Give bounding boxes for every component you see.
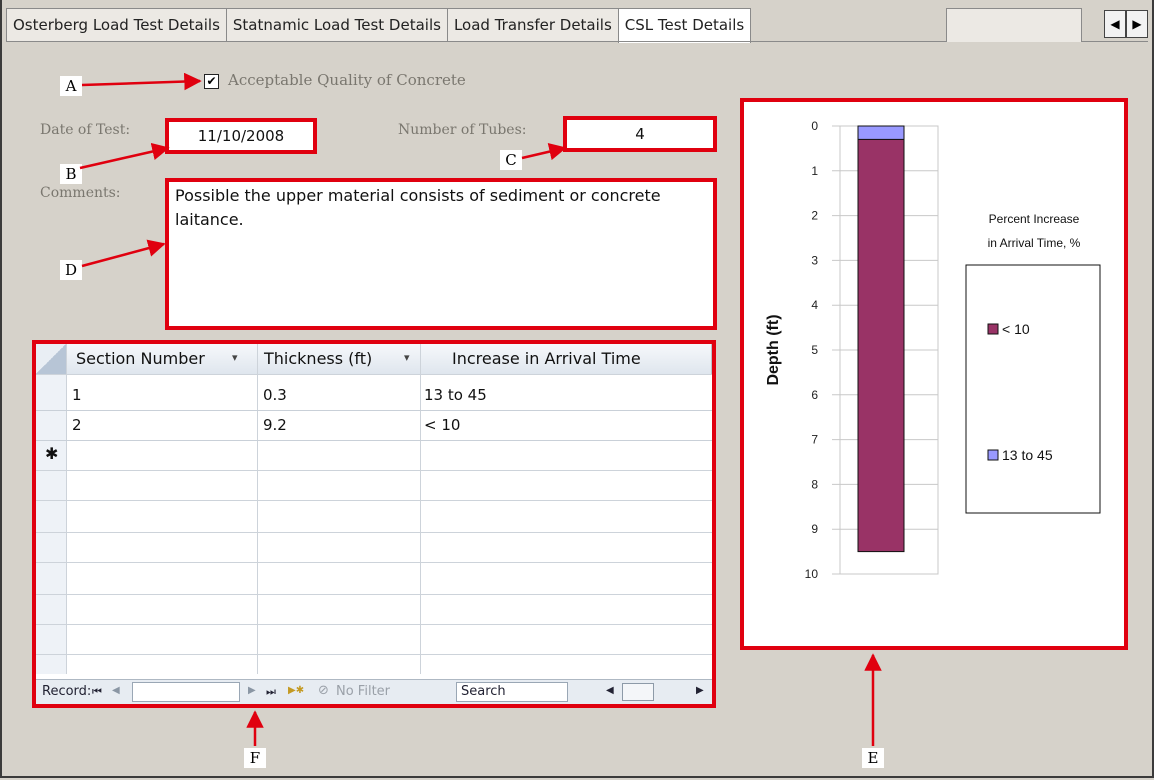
grid-line [36,374,712,375]
date-label: Date of Test: [40,122,131,138]
bar-segment [857,125,905,140]
tubes-label: Number of Tubes: [398,122,527,138]
select-all-corner[interactable] [36,344,66,374]
y-tick-label: 5 [811,343,818,357]
cell-section[interactable]: 1 [72,386,82,404]
date-field[interactable]: 11/10/2008 [165,118,317,154]
grid-line [36,410,712,411]
grid-line [36,654,712,655]
tab-csl[interactable]: CSL Test Details [617,8,752,43]
callout-d: D [60,260,82,280]
y-tick-label: 0 [811,119,818,133]
grid-line [36,470,712,471]
tab-statnamic[interactable]: Statnamic Load Test Details [225,8,448,41]
cell-section[interactable]: 2 [72,416,82,434]
callout-c: C [500,150,522,170]
tab-strip-filler [946,8,1082,42]
tab-strip: Osterberg Load Test Details Statnamic Lo… [6,8,752,43]
legend-swatch [987,449,999,461]
tubes-field[interactable]: 4 [563,116,717,152]
legend-label: < 10 [1002,321,1030,337]
grid-line [36,562,712,563]
filter-icon[interactable]: ⊘ [318,683,329,698]
y-tick-label: 3 [811,253,818,267]
csl-datasheet: Section Number ▾ Thickness (ft) ▾ Increa… [32,340,716,708]
column-header-section-sort-icon[interactable]: ▾ [232,351,238,364]
comments-label: Comments: [40,185,121,201]
scroll-left-button[interactable]: ◀ [1104,10,1126,38]
legend-label: 13 to 45 [1002,447,1053,463]
tab-load-transfer[interactable]: Load Transfer Details [446,8,619,41]
cell-thickness[interactable]: 0.3 [263,386,287,404]
callout-a: A [60,76,82,96]
column-header-section[interactable]: Section Number [76,349,205,368]
y-tick-label: 8 [811,477,818,491]
csl-chart: 0 1 2 3 4 5 6 7 8 9 10 Depth (ft) Percent Increase in… [765,119,1101,581]
new-record-icon: ✱ [45,444,59,463]
hscroll-right-icon[interactable]: ▶ [696,685,704,696]
legend-swatch [987,323,999,335]
y-tick-label: 1 [811,164,818,178]
record-label: Record: [42,684,92,699]
column-header-increase[interactable]: Increase in Arrival Time [452,349,641,368]
y-tick-label: 4 [811,298,818,312]
legend-title: Percent Increase [989,212,1080,226]
record-navigation-bar: Record: ⏮ ◀ ▶ ⏭ ▶✱ ⊘ No Filter Search ◀ … [36,679,712,704]
column-header-thickness[interactable]: Thickness (ft) [264,349,372,368]
grid-line [711,344,712,374]
bar-segment [857,138,905,553]
scroll-right-button[interactable]: ▶ [1126,10,1148,38]
hscroll-left-icon[interactable]: ◀ [606,685,614,696]
comments-field[interactable]: Possible the upper material consists of … [165,178,717,330]
callout-e: E [862,748,884,768]
callout-f: F [244,748,266,768]
y-tick-label: 6 [811,388,818,402]
tab-osterberg[interactable]: Osterberg Load Test Details [6,8,227,41]
grid-line [36,532,712,533]
quality-checkbox[interactable]: ✔ [204,74,219,89]
legend-box [965,264,1101,514]
y-tick-label: 10 [805,567,819,581]
cell-increase[interactable]: < 10 [424,416,460,434]
prev-record-icon[interactable]: ◀ [112,685,120,696]
search-input[interactable]: Search [456,682,568,702]
column-header-thickness-sort-icon[interactable]: ▾ [404,351,410,364]
grid-line [36,440,712,441]
cell-thickness[interactable]: 9.2 [263,416,287,434]
y-tick-label: 2 [811,209,818,223]
cell-increase[interactable]: 13 to 45 [424,386,487,404]
first-record-icon[interactable]: ⏮ [92,685,102,699]
quality-label: Acceptable Quality of Concrete [228,71,466,89]
no-filter-button[interactable]: No Filter [336,684,390,699]
grid-line [36,500,712,501]
hscroll-thumb[interactable] [622,683,654,701]
next-record-icon[interactable]: ▶ [248,685,256,696]
csl-chart-frame: 0 1 2 3 4 5 6 7 8 9 10 Depth (ft) Percent Increase in… [740,98,1128,650]
callout-b: B [60,164,82,184]
y-axis-label: Depth (ft) [765,314,782,385]
new-record-button-icon[interactable]: ▶✱ [288,685,304,696]
y-tick-label: 7 [811,433,818,447]
grid-line [36,594,712,595]
grid-line [36,624,712,625]
record-number-input[interactable] [132,682,240,702]
y-tick-label: 9 [811,522,818,536]
legend-title: in Arrival Time, % [988,236,1081,250]
last-record-icon[interactable]: ⏭ [266,685,276,699]
